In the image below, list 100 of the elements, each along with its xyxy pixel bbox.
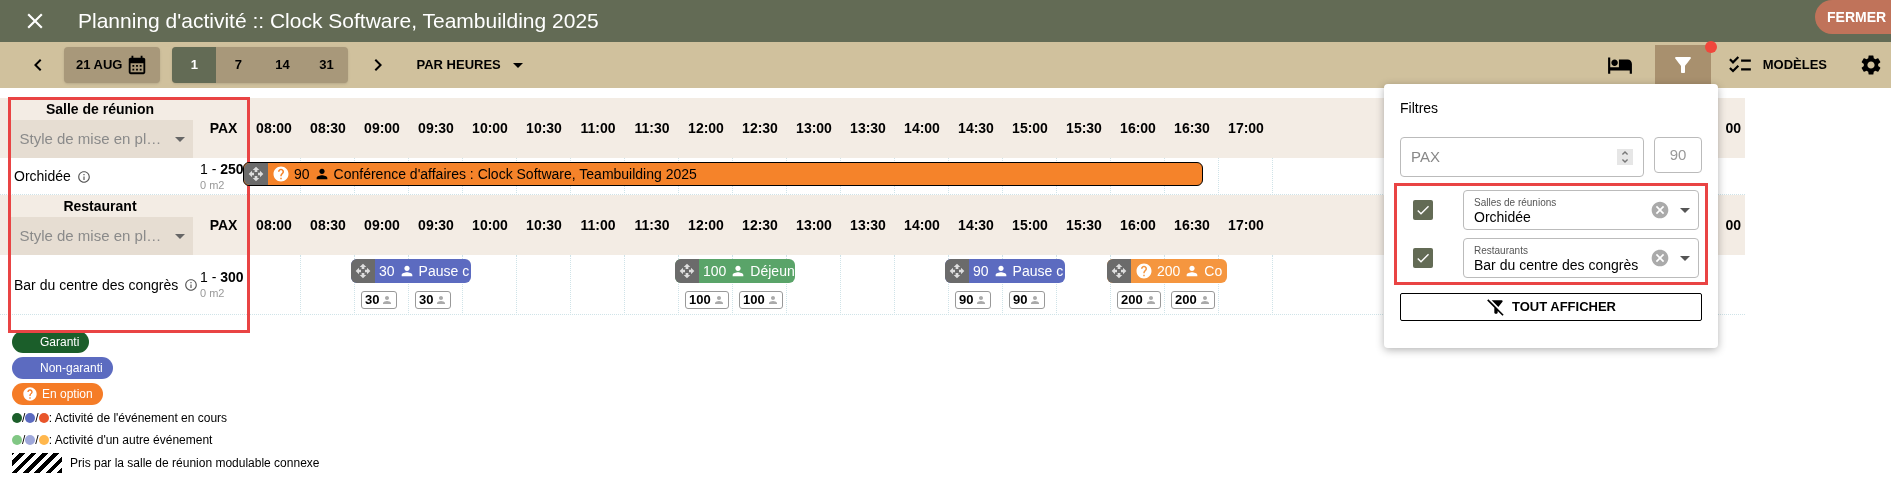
activity-label: Conférence d'affaires : Clock Software, Teambuilding 2025: [333, 164, 697, 184]
time-header: 13:30: [850, 215, 886, 235]
time-header: 10:00: [472, 118, 508, 138]
pax-chip: 30: [415, 291, 452, 309]
zoom-tab[interactable]: 7: [216, 47, 261, 83]
pax-count: 30: [379, 261, 395, 281]
room-name: Orchidée: [14, 167, 71, 186]
time-header: 12:30: [742, 215, 778, 235]
person-icon: [766, 294, 779, 306]
slash-separator: /: [22, 432, 26, 449]
time-header: 13:30: [850, 118, 886, 138]
status-chip: Garanti: [12, 331, 90, 353]
zoom-tab[interactable]: 31: [304, 47, 349, 83]
pax-chip: 90: [1009, 291, 1046, 309]
person-icon: [1198, 294, 1211, 306]
capacity-range: 1 - 250: [200, 160, 245, 177]
person-icon: [435, 294, 448, 306]
pax-chip: 90: [955, 291, 992, 309]
date-button[interactable]: 21 AUG: [64, 47, 161, 83]
info-icon[interactable]: [184, 278, 199, 292]
pax-count: 200: [1157, 261, 1181, 281]
activity-label: Déjeun: [750, 261, 795, 281]
capacity-range: 1 - 300: [200, 269, 245, 285]
person-icon: [1029, 294, 1042, 306]
popup-title: Filtres: [1400, 99, 1440, 118]
close-button[interactable]: FERMER: [1815, 0, 1891, 34]
drag-handle-icon[interactable]: [945, 259, 969, 283]
select-value: Orchidée: [1474, 210, 1532, 225]
drag-handle-icon[interactable]: [675, 259, 699, 283]
select-label: Restaurants: [1474, 244, 1529, 258]
filter-button[interactable]: [1654, 45, 1711, 85]
room-select[interactable]: Restaurants Bar du centre des congrès: [1463, 238, 1699, 278]
time-header: 12:00: [688, 118, 724, 138]
info-icon[interactable]: [76, 169, 91, 184]
activity-label: Pause c: [418, 261, 470, 281]
section-title: Restaurant: [63, 197, 137, 215]
person-icon: [975, 294, 988, 306]
window-title: Planning d'activité :: Clock Software, Teambuilding 2025: [78, 8, 599, 35]
status-chip: Non-garanti: [12, 357, 113, 379]
status-chip: En option: [12, 383, 103, 405]
time-header: 16:30: [1174, 118, 1210, 138]
pax-chip: 100: [739, 291, 783, 309]
question-icon: [272, 165, 290, 183]
time-header: 09:30: [418, 215, 454, 235]
zoom-tab[interactable]: 14: [260, 47, 305, 83]
time-header: 14:30: [958, 118, 994, 138]
person-icon: [381, 294, 394, 306]
legend-label: : Activité d'un autre événement: [48, 432, 213, 449]
time-header: 14:30: [958, 215, 994, 235]
question-icon: [22, 386, 38, 402]
hatch-swatch: [12, 453, 62, 473]
room-area: 0 m2: [200, 285, 247, 301]
slash-separator: /: [35, 432, 39, 449]
show-all-button[interactable]: TOUT AFFICHER: [1400, 293, 1702, 321]
time-header: 10:30: [526, 215, 562, 235]
time-header: 11:00: [580, 215, 616, 235]
checkbox[interactable]: [1413, 248, 1433, 268]
pax-chip: 30: [361, 291, 398, 309]
pax-header: PAX: [209, 215, 238, 235]
activity-bar[interactable]: 90 Conférence d'affaires : Clock Software, Teambuilding 2025: [243, 162, 1203, 186]
time-header: 16:30: [1174, 215, 1210, 235]
room-name: Bar du centre des congrès: [14, 275, 179, 295]
drag-handle-icon[interactable]: [351, 259, 375, 283]
drag-handle-icon[interactable]: [244, 163, 268, 185]
room-select[interactable]: Salles de réunions Orchidée: [1463, 190, 1699, 230]
drag-handle-icon[interactable]: [1107, 259, 1131, 283]
dropdown-caret-icon: [1680, 207, 1690, 213]
pax-chip: 200: [1171, 291, 1215, 309]
time-header: 17:00: [1228, 215, 1264, 235]
time-header: 15:30: [1066, 118, 1102, 138]
section-title: Salle de réunion: [45, 100, 155, 118]
time-header: 09:00: [364, 215, 400, 235]
time-header: 00: [1725, 118, 1741, 138]
time-header: 11:00: [580, 118, 616, 138]
time-header: 08:00: [256, 118, 292, 138]
slash-separator: /: [35, 410, 39, 427]
person-icon: [1144, 294, 1157, 306]
time-header: 09:30: [418, 118, 454, 138]
time-header: 14:00: [904, 215, 940, 235]
legend-label: Pris par la salle de réunion modulable connexe: [70, 455, 320, 472]
activity-label: Pause c: [1012, 261, 1064, 281]
time-header: 10:30: [526, 118, 562, 138]
time-header: 00: [1725, 215, 1741, 235]
checkbox[interactable]: [1413, 200, 1433, 220]
legend-label: : Activité de l'événement en cours: [48, 410, 228, 427]
time-header: 12:30: [742, 118, 778, 138]
time-header: 16:00: [1120, 215, 1156, 235]
pax-header: PAX: [209, 118, 238, 138]
select-label: Salles de réunions: [1474, 196, 1558, 210]
pax-chip: 100: [685, 291, 729, 309]
activity-bar[interactable]: 90 Pause c: [945, 259, 1065, 283]
templates-link[interactable]: MODÈLES: [1762, 55, 1827, 75]
activity-bar[interactable]: 30 Pause c: [351, 259, 471, 283]
view-mode-select[interactable]: PAR HEURES: [416, 55, 523, 75]
zoom-tab[interactable]: 1: [172, 47, 217, 83]
time-header: 08:00: [256, 215, 292, 235]
settings-icon[interactable]: [1859, 53, 1883, 77]
dropdown-caret-icon: [174, 233, 185, 239]
pax-input[interactable]: PAX: [1400, 137, 1644, 177]
spinner-icon[interactable]: [1617, 149, 1633, 165]
